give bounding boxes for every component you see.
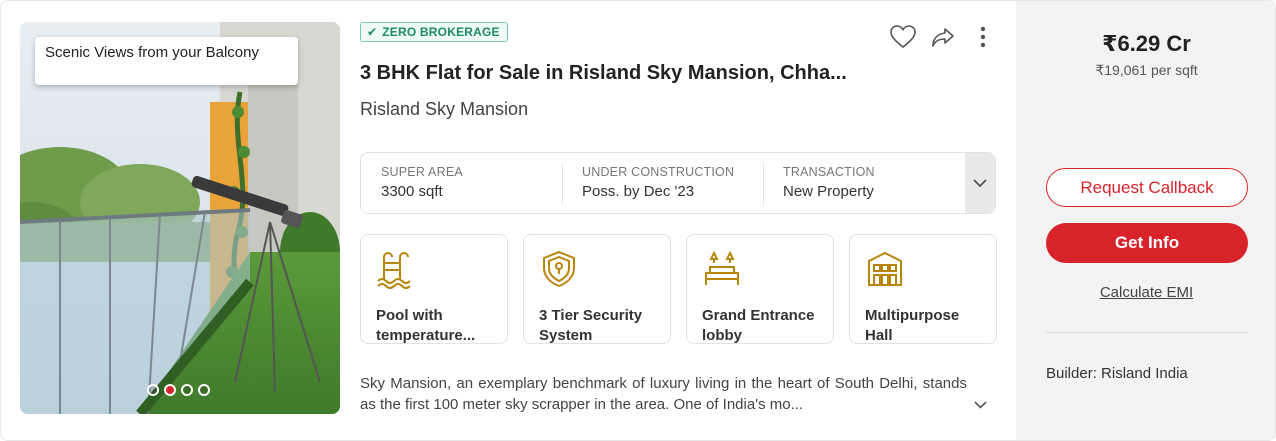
pool-icon	[377, 252, 411, 289]
zero-brokerage-badge: ✔ ZERO BROKERAGE	[360, 22, 508, 42]
price: ₹6.29 Cr	[1102, 31, 1191, 56]
amenity-label: Pool with temperature...	[376, 307, 476, 344]
chevron-down-icon	[974, 401, 987, 409]
builder-name: Builder: Risland India	[1046, 365, 1188, 382]
spec-value: Poss. by Dec '23	[582, 183, 695, 200]
price-per-sqft: ₹19,061 per sqft	[1095, 62, 1198, 78]
photo-caption: Scenic Views from your Balcony	[35, 37, 298, 85]
more-vertical-icon[interactable]	[969, 23, 997, 51]
amenity-card[interactable]: Grand Entrance lobby	[686, 234, 834, 344]
badge-label: ZERO BROKERAGE	[382, 25, 500, 39]
carousel-dots[interactable]	[147, 384, 210, 396]
share-icon[interactable]	[929, 23, 957, 51]
specs-expand-button[interactable]	[965, 153, 995, 213]
spec-super-area: SUPER AREA 3300 sqft	[361, 153, 562, 213]
project-name[interactable]: Risland Sky Mansion	[360, 99, 528, 120]
hall-icon	[868, 251, 902, 286]
listing-description: Sky Mansion, an exemplary benchmark of l…	[360, 375, 967, 413]
amenity-card[interactable]: Pool with temperature...	[360, 234, 508, 344]
heart-icon[interactable]	[889, 23, 917, 51]
spec-label: SUPER AREA	[381, 165, 463, 179]
price-sidebar: ₹6.29 Cr ₹19,061 per sqft Request Callba…	[1016, 1, 1275, 440]
spec-value: New Property	[783, 183, 874, 200]
amenity-card[interactable]: Multipurpose Hall	[849, 234, 997, 344]
amenity-label: Multipurpose Hall	[865, 307, 960, 344]
calculate-emi-link[interactable]: Calculate EMI	[1016, 284, 1275, 301]
spec-label: TRANSACTION	[783, 165, 875, 179]
check-icon: ✔	[367, 25, 378, 39]
listing-title[interactable]: 3 BHK Flat for Sale in Risland Sky Mansi…	[360, 62, 880, 85]
get-info-button[interactable]: Get Info	[1046, 223, 1248, 263]
spec-value: 3300 sqft	[381, 183, 443, 200]
carousel-dot[interactable]	[198, 384, 210, 396]
security-shield-icon	[543, 250, 575, 288]
carousel-dot[interactable]	[147, 384, 159, 396]
chevron-down-icon	[973, 178, 987, 187]
amenity-label: 3 Tier Security System	[539, 307, 643, 344]
listing-actions	[889, 23, 997, 51]
property-specs: SUPER AREA 3300 sqft UNDER CONSTRUCTION …	[360, 152, 996, 214]
carousel-dot-active[interactable]	[164, 384, 176, 396]
amenity-label: Grand Entrance lobby	[702, 307, 815, 344]
description-expand-button[interactable]	[974, 396, 987, 414]
request-callback-button[interactable]: Request Callback	[1046, 168, 1248, 207]
property-card[interactable]: Scenic Views from your Balcony ✔ ZERO BR…	[0, 0, 1276, 441]
amenities-list: Pool with temperature... 3 Tier Security…	[360, 234, 997, 344]
spec-transaction: TRANSACTION New Property	[763, 153, 964, 213]
property-photo[interactable]: Scenic Views from your Balcony	[20, 22, 340, 414]
lobby-icon	[705, 250, 739, 285]
amenity-card[interactable]: 3 Tier Security System	[523, 234, 671, 344]
carousel-dot[interactable]	[181, 384, 193, 396]
spec-possession: UNDER CONSTRUCTION Poss. by Dec '23	[562, 153, 763, 213]
spec-label: UNDER CONSTRUCTION	[582, 165, 735, 179]
divider	[1046, 332, 1248, 333]
